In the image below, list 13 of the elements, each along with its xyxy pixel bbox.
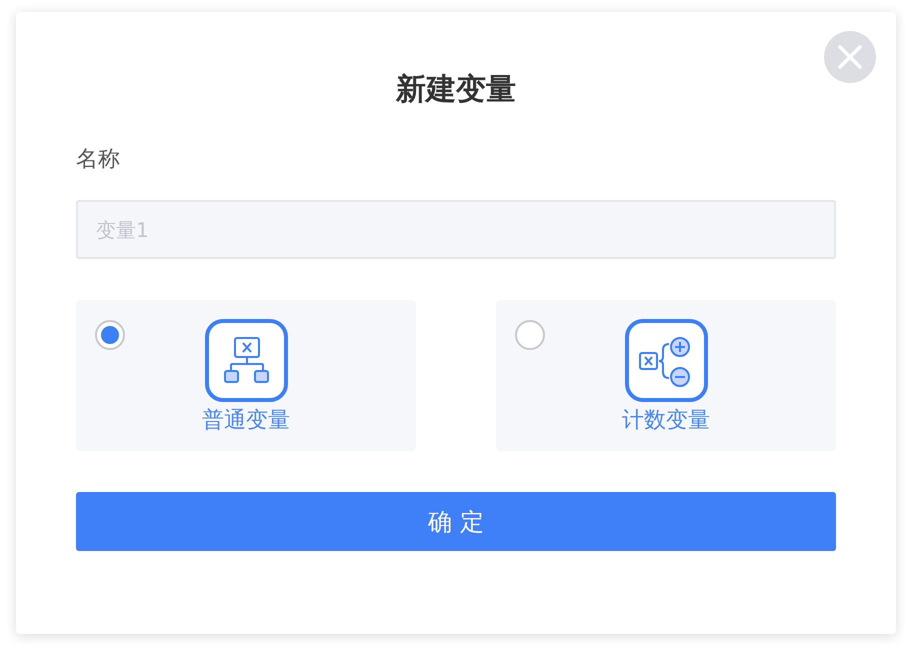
close-icon — [837, 44, 863, 70]
hierarchy-icon — [204, 319, 288, 402]
radio-button[interactable] — [515, 320, 545, 350]
option-label: 计数变量 — [622, 407, 710, 435]
option-card[interactable]: 普通变量 — [76, 300, 416, 451]
radio-button[interactable] — [95, 320, 125, 350]
close-button[interactable] — [824, 31, 876, 83]
field-label: 名称 — [76, 146, 120, 174]
option-label: 普通变量 — [202, 407, 290, 435]
dialog-title: 新建变量 — [396, 71, 516, 109]
branch-plus-minus-icon — [624, 319, 708, 402]
option-card[interactable]: 计数变量 — [496, 300, 836, 451]
confirm-button[interactable]: 确 定 — [76, 492, 836, 551]
